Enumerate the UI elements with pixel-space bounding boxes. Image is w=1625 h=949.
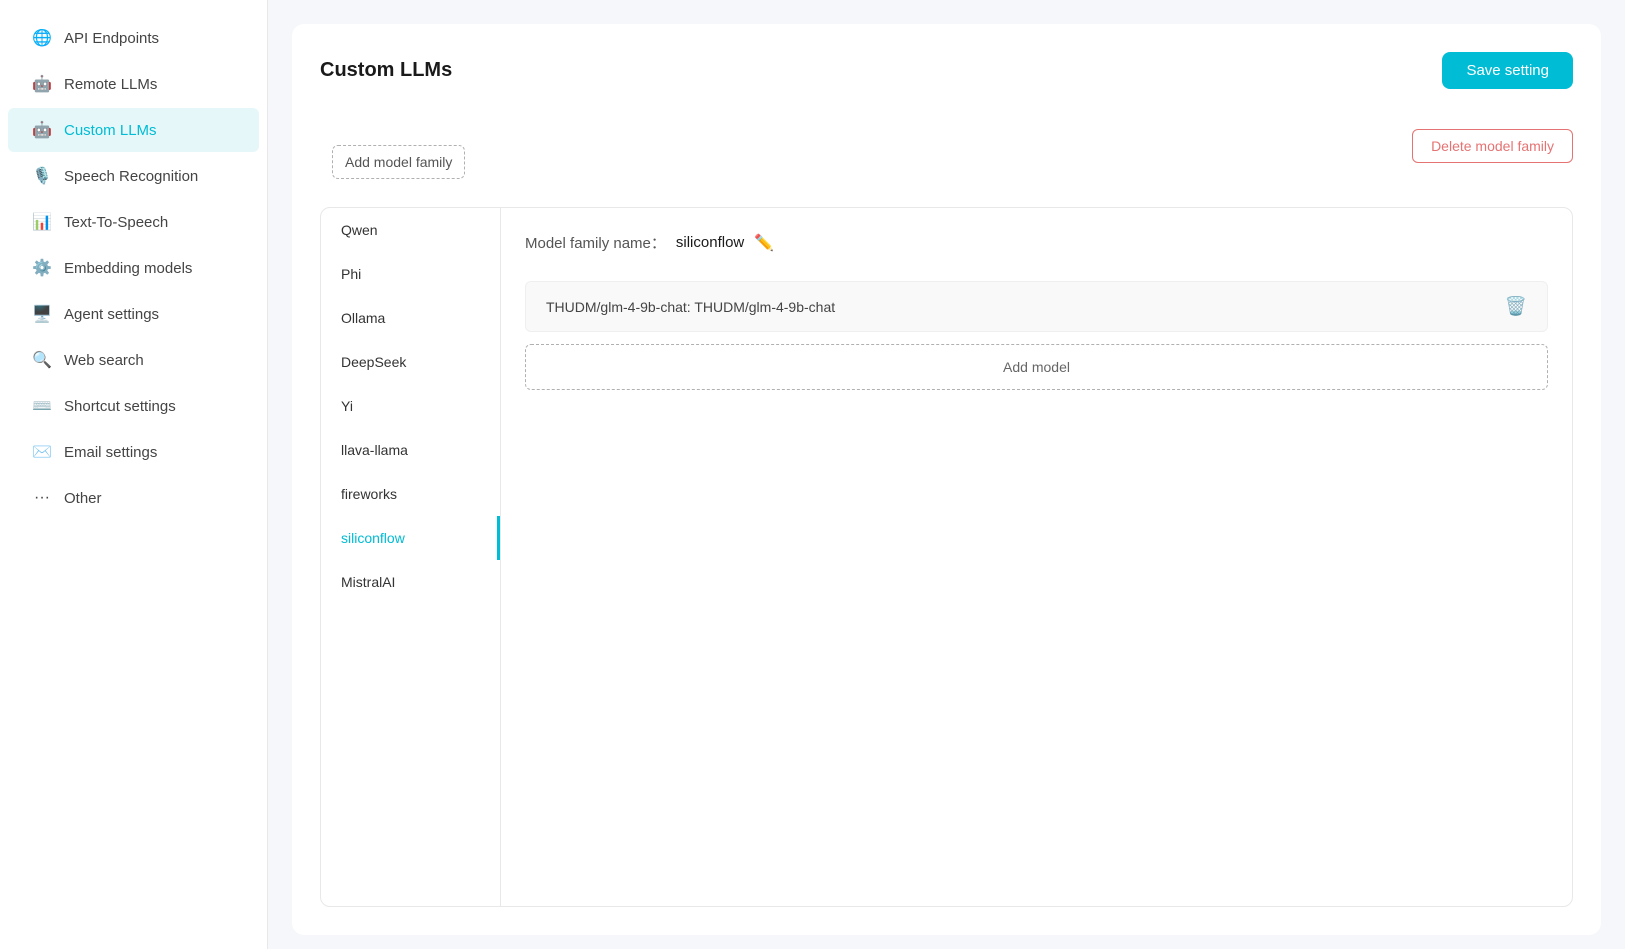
model-entry-row: THUDM/glm-4-9b-chat: THUDM/glm-4-9b-chat… [525,281,1548,332]
save-setting-button[interactable]: Save setting [1442,52,1573,89]
sidebar-item-email-settings[interactable]: ✉️ Email settings [8,430,259,474]
model-list: QwenPhiOllamaDeepSeekYillava-llamafirewo… [321,208,500,906]
content-card: Custom LLMs Save setting Add model famil… [292,24,1601,935]
model-family-item-phi[interactable]: Phi [321,252,500,296]
model-family-item-llava-llama[interactable]: llava-llama [321,428,500,472]
model-detail-panel: Model family name： siliconflow ✏️ THUDM/… [501,208,1572,906]
delete-model-family-button[interactable]: Delete model family [1412,129,1573,163]
model-family-item-siliconflow[interactable]: siliconflow [321,516,500,560]
delete-model-icon[interactable]: 🗑️ [1505,296,1527,317]
embedding-models-icon: ⚙️ [32,258,52,278]
other-icon: ··· [32,488,52,508]
sidebar-item-speech-recognition[interactable]: 🎙️ Speech Recognition [8,154,259,198]
sidebar-item-remote-llms[interactable]: 🤖 Remote LLMs [8,62,259,106]
sidebar-item-label-email-settings: Email settings [64,444,157,461]
model-entry-text: THUDM/glm-4-9b-chat: THUDM/glm-4-9b-chat [546,299,835,315]
web-search-icon: 🔍 [32,350,52,370]
sidebar: 🌐 API Endpoints 🤖 Remote LLMs 🤖 Custom LLMs 🎙️… [0,0,268,949]
sidebar-item-label-shortcut-settings: Shortcut settings [64,398,176,415]
add-model-button[interactable]: Add model [525,344,1548,390]
sidebar-item-label-embedding-models: Embedding models [64,260,192,277]
sidebar-item-text-to-speech[interactable]: 📊 Text-To-Speech [8,200,259,244]
sidebar-item-label-speech-recognition: Speech Recognition [64,168,198,185]
model-list-panel: QwenPhiOllamaDeepSeekYillava-llamafirewo… [321,208,501,906]
model-family-item-deepseek[interactable]: DeepSeek [321,340,500,384]
add-model-family-button[interactable]: Add model family [332,145,465,179]
sidebar-item-web-search[interactable]: 🔍 Web search [8,338,259,382]
agent-settings-icon: 🖥️ [32,304,52,324]
sidebar-item-label-text-to-speech: Text-To-Speech [64,214,168,231]
edit-icon[interactable]: ✏️ [754,233,774,253]
sidebar-item-api-endpoints[interactable]: 🌐 API Endpoints [8,16,259,60]
model-entries: THUDM/glm-4-9b-chat: THUDM/glm-4-9b-chat… [525,281,1548,332]
sidebar-item-label-other: Other [64,490,102,507]
sidebar-item-embedding-models[interactable]: ⚙️ Embedding models [8,246,259,290]
sidebar-item-label-custom-llms: Custom LLMs [64,122,157,139]
sidebar-item-label-agent-settings: Agent settings [64,306,159,323]
api-endpoints-icon: 🌐 [32,28,52,48]
speech-recognition-icon: 🎙️ [32,166,52,186]
sidebar-item-shortcut-settings[interactable]: ⌨️ Shortcut settings [8,384,259,428]
text-to-speech-icon: 📊 [32,212,52,232]
model-family-item-yi[interactable]: Yi [321,384,500,428]
sidebar-item-label-api-endpoints: API Endpoints [64,30,159,47]
content-body: QwenPhiOllamaDeepSeekYillava-llamafirewo… [320,207,1573,907]
shortcut-settings-icon: ⌨️ [32,396,52,416]
custom-llms-icon: 🤖 [32,120,52,140]
model-family-item-fireworks[interactable]: fireworks [321,472,500,516]
model-family-name-value: siliconflow [676,234,744,251]
sidebar-item-label-web-search: Web search [64,352,144,369]
model-family-item-qwen[interactable]: Qwen [321,208,500,252]
model-family-name-label: Model family name： [525,232,666,253]
remote-llms-icon: 🤖 [32,74,52,94]
model-family-item-ollama[interactable]: Ollama [321,296,500,340]
model-family-name-row: Model family name： siliconflow ✏️ [525,232,1548,253]
sidebar-item-other[interactable]: ··· Other [8,476,259,520]
sidebar-item-agent-settings[interactable]: 🖥️ Agent settings [8,292,259,336]
sidebar-item-custom-llms[interactable]: 🤖 Custom LLMs [8,108,259,152]
model-family-item-mistralai[interactable]: MistralAI [321,560,500,604]
page-title: Custom LLMs [320,59,452,82]
card-header: Custom LLMs Save setting [320,52,1573,89]
sidebar-item-label-remote-llms: Remote LLMs [64,76,157,93]
email-settings-icon: ✉️ [32,442,52,462]
main-content: Custom LLMs Save setting Add model famil… [268,0,1625,949]
